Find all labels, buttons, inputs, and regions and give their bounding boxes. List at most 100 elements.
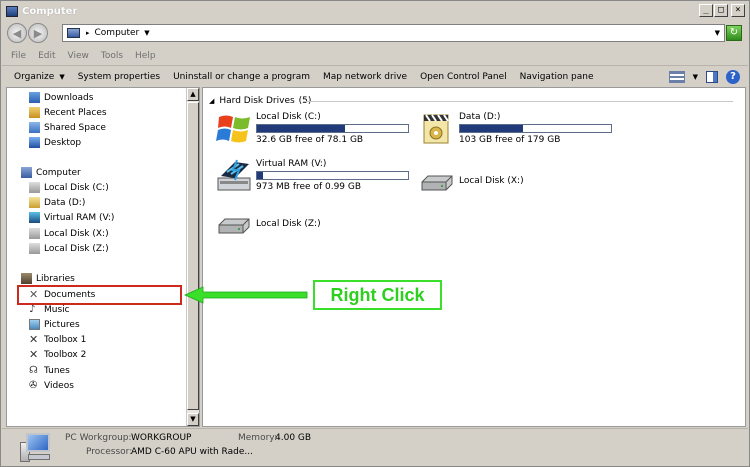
computer-icon bbox=[6, 5, 18, 17]
forward-button[interactable]: ▶ bbox=[28, 23, 48, 43]
address-history-dropdown[interactable]: ▼ bbox=[715, 29, 720, 37]
nav-item-toolbox-2[interactable]: ✕ Toolbox 2 bbox=[29, 347, 86, 362]
map-network-drive-button[interactable]: Map network drive bbox=[323, 72, 407, 82]
organize-button[interactable]: Organize ▼ bbox=[14, 72, 65, 82]
nav-item-tunes[interactable]: ☊ Tunes bbox=[29, 363, 70, 378]
nav-item-desktop[interactable]: Desktop bbox=[29, 135, 81, 150]
nav-item-label: Videos bbox=[44, 380, 74, 391]
view-controls: ▼ ? bbox=[668, 70, 740, 84]
nav-item-libraries[interactable]: Libraries bbox=[21, 271, 75, 286]
drive-tile-c[interactable]: Local Disk (C:) 32.6 GB free of 78.1 GB bbox=[215, 111, 415, 151]
drive-tile-v[interactable]: Virtual RAM (V:) 973 MB free of 0.99 GB bbox=[215, 158, 415, 198]
menu-tools[interactable]: Tools bbox=[101, 51, 123, 61]
chevron-down-icon[interactable]: ▼ bbox=[144, 29, 149, 37]
nav-item-label: Desktop bbox=[44, 137, 82, 148]
details-pane: PC Workgroup: WORKGROUP Memory: 4.00 GB … bbox=[2, 428, 748, 466]
film-reel-icon: ✇ bbox=[29, 380, 38, 391]
drive-name: Local Disk (X:) bbox=[459, 176, 524, 186]
capacity-bar bbox=[256, 171, 409, 180]
nav-item-label: Downloads bbox=[44, 92, 94, 103]
workgroup-value: WORKGROUP bbox=[131, 433, 192, 443]
nav-item-shared-space[interactable]: Shared Space bbox=[29, 120, 106, 135]
computer-icon bbox=[67, 28, 80, 38]
back-button[interactable]: ◀ bbox=[7, 23, 27, 43]
nav-item-label: Data (D:) bbox=[44, 197, 86, 208]
media-drive-icon bbox=[29, 197, 40, 208]
open-control-panel-button[interactable]: Open Control Panel bbox=[420, 72, 507, 82]
nav-item-pictures[interactable]: Pictures bbox=[29, 317, 80, 332]
nav-item-label: Toolbox 2 bbox=[44, 349, 87, 360]
computer-icon bbox=[21, 167, 32, 178]
breadcrumb-computer[interactable]: Computer bbox=[95, 28, 140, 38]
recent-places-icon bbox=[29, 107, 40, 118]
content-pane: ◢ Hard Disk Drives (5) Local Disk (C:) 3… bbox=[202, 87, 746, 427]
nav-scrollbar[interactable]: ▲ ▼ bbox=[186, 88, 199, 426]
system-properties-button[interactable]: System properties bbox=[78, 72, 160, 82]
shared-folder-icon bbox=[29, 122, 40, 133]
desktop-icon bbox=[29, 137, 40, 148]
chevron-down-icon[interactable]: ▼ bbox=[693, 73, 698, 81]
group-title: Hard Disk Drives bbox=[219, 96, 295, 106]
close-button[interactable]: × bbox=[731, 4, 745, 17]
nav-item-drive-c[interactable]: Local Disk (C:) bbox=[29, 180, 109, 195]
nav-item-label: Virtual RAM (V:) bbox=[44, 212, 115, 223]
uninstall-program-button[interactable]: Uninstall or change a program bbox=[173, 72, 310, 82]
menu-view[interactable]: View bbox=[68, 51, 89, 61]
nav-item-downloads[interactable]: Downloads bbox=[29, 90, 93, 105]
drive-tile-z[interactable]: Local Disk (Z:) bbox=[215, 209, 415, 249]
scroll-down-button[interactable]: ▼ bbox=[187, 413, 199, 426]
command-bar: Organize ▼ System properties Uninstall or… bbox=[2, 65, 748, 87]
maximize-button[interactable]: □ bbox=[714, 4, 728, 17]
menu-help[interactable]: Help bbox=[135, 51, 156, 61]
help-icon[interactable]: ? bbox=[726, 70, 740, 84]
scroll-up-button[interactable]: ▲ bbox=[187, 88, 199, 101]
preview-pane-icon[interactable] bbox=[706, 71, 718, 83]
headphones-icon: ☊ bbox=[29, 365, 38, 376]
change-view-icon[interactable] bbox=[668, 71, 685, 83]
nav-item-computer[interactable]: Computer bbox=[21, 165, 81, 180]
menu-file[interactable]: File bbox=[11, 51, 26, 61]
minimize-button[interactable]: _ bbox=[699, 4, 713, 17]
nav-item-label: Local Disk (X:) bbox=[44, 228, 109, 239]
capacity-fill bbox=[257, 125, 345, 132]
nav-item-label: Shared Space bbox=[44, 122, 106, 133]
nav-item-videos[interactable]: ✇ Videos bbox=[29, 378, 74, 393]
drive-free-space: 973 MB free of 0.99 GB bbox=[256, 182, 362, 192]
nav-item-toolbox-1[interactable]: ✕ Toolbox 1 bbox=[29, 332, 86, 347]
right-click-callout: Right Click bbox=[313, 280, 442, 310]
windows-logo-icon bbox=[216, 115, 250, 143]
pc-base bbox=[28, 454, 50, 460]
nav-item-label: Music bbox=[44, 304, 70, 315]
drive-tile-x[interactable]: Local Disk (X:) bbox=[418, 166, 618, 206]
nav-item-drive-v[interactable]: Virtual RAM (V:) bbox=[29, 210, 114, 225]
drive-name: Local Disk (Z:) bbox=[256, 219, 321, 229]
nav-item-label: Toolbox 1 bbox=[44, 334, 87, 345]
memory-value: 4.00 GB bbox=[275, 433, 312, 443]
window-title: Computer bbox=[22, 5, 78, 17]
scroll-thumb[interactable] bbox=[187, 102, 199, 410]
nav-item-drive-d[interactable]: Data (D:) bbox=[29, 195, 85, 210]
libraries-icon bbox=[21, 273, 32, 284]
chevron-down-icon: ▼ bbox=[59, 72, 65, 81]
refresh-button[interactable]: ↻ bbox=[726, 25, 742, 41]
title-bar: Computer _ □ × bbox=[2, 2, 748, 20]
menu-edit[interactable]: Edit bbox=[38, 51, 55, 61]
address-bar[interactable]: ▸ Computer ▼ ▼ bbox=[62, 24, 725, 42]
explorer-window: Computer _ □ × ◀ ▶ ▸ Computer ▼ ▼ ↻ File… bbox=[0, 0, 750, 467]
nav-item-label: Local Disk (C:) bbox=[44, 182, 109, 193]
collapse-triangle-icon[interactable]: ◢ bbox=[209, 97, 214, 105]
breadcrumb-chevron-icon[interactable]: ▸ bbox=[86, 29, 90, 37]
drive-icon bbox=[29, 228, 40, 239]
navigation-pane-button[interactable]: Navigation pane bbox=[520, 72, 594, 82]
group-header-hard-disk-drives[interactable]: ◢ Hard Disk Drives (5) bbox=[209, 96, 311, 106]
downloads-icon bbox=[29, 92, 40, 103]
nav-item-recent-places[interactable]: Recent Places bbox=[29, 105, 107, 120]
group-divider bbox=[303, 101, 733, 102]
drive-name: Local Disk (C:) bbox=[256, 112, 321, 122]
pc-monitor bbox=[26, 433, 50, 452]
drive-tile-d[interactable]: Data (D:) 103 GB free of 179 GB bbox=[418, 111, 618, 151]
tools-icon: ✕ bbox=[29, 333, 39, 346]
capacity-fill bbox=[257, 172, 264, 179]
nav-item-drive-x[interactable]: Local Disk (X:) bbox=[29, 226, 109, 241]
nav-item-drive-z[interactable]: Local Disk (Z:) bbox=[29, 241, 109, 256]
